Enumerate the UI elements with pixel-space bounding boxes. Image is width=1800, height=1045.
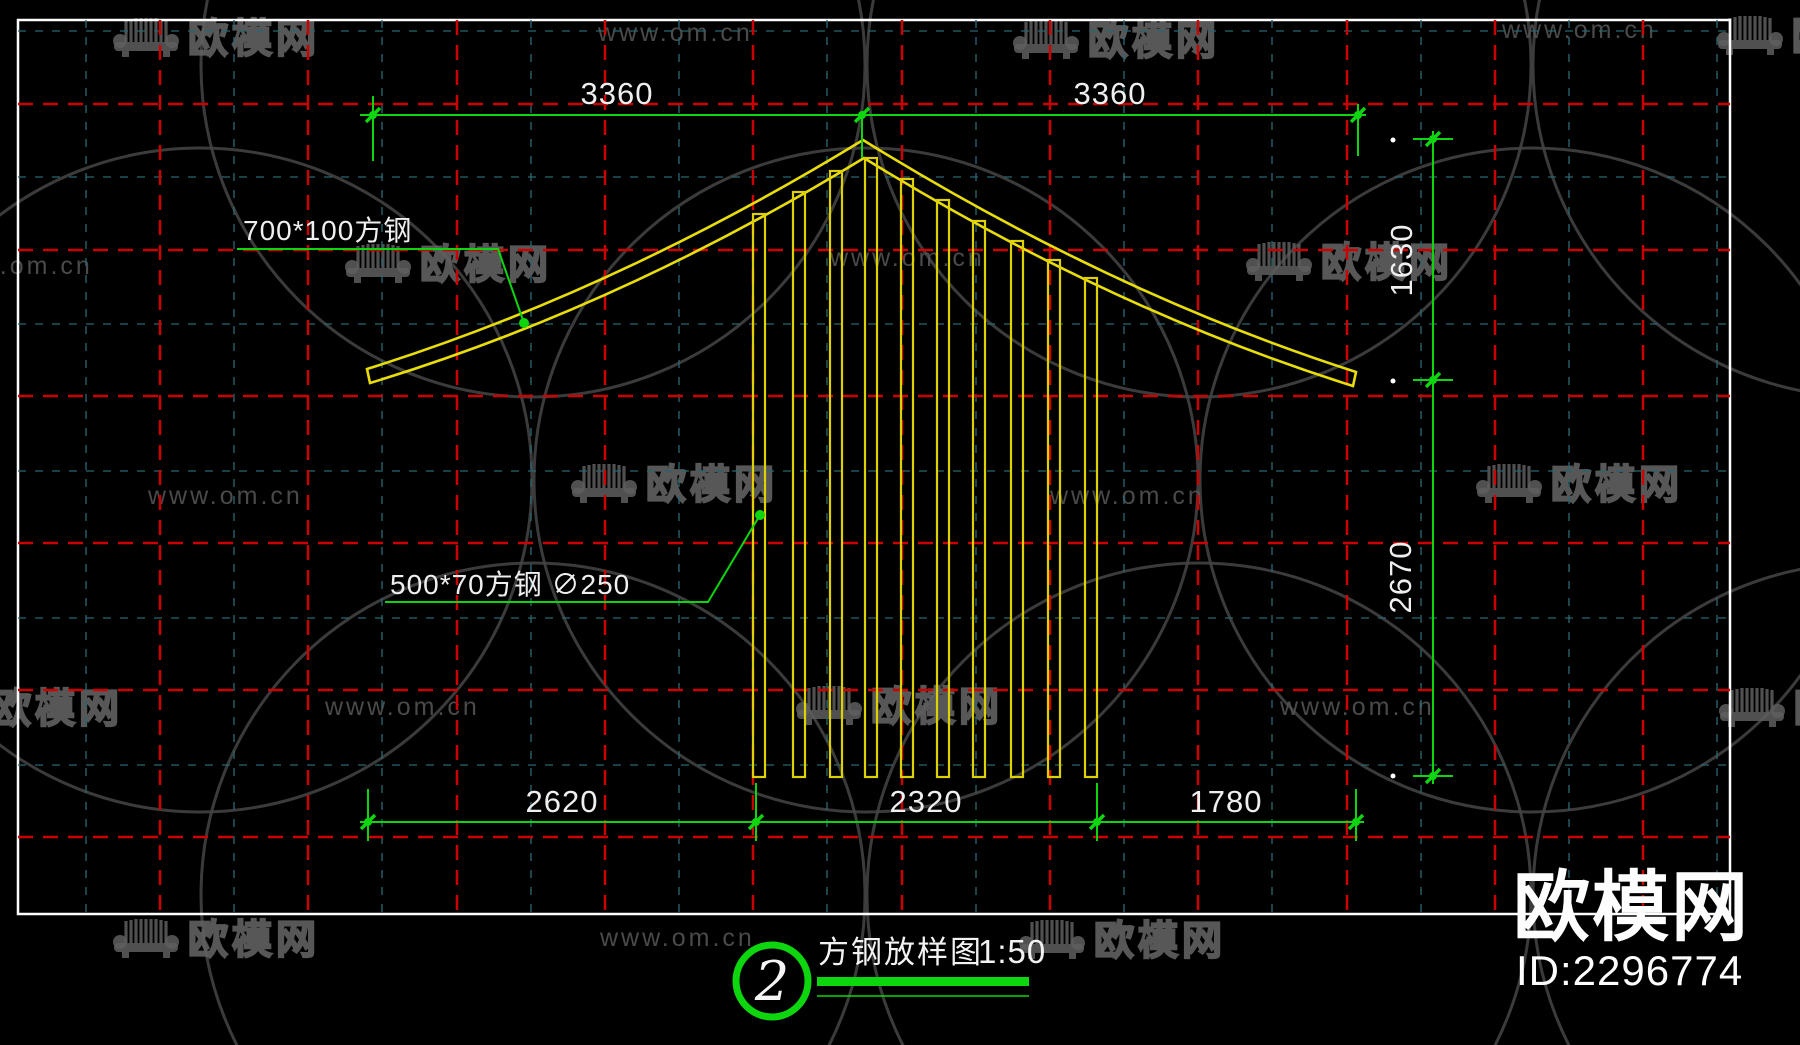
brand-watermark-text: 欧模网: [1088, 19, 1220, 63]
site-url-watermark: www.om.cn: [1049, 482, 1205, 510]
cad-drawing-canvas: 欧模网欧模网欧模网欧模网欧模网欧模网欧模网欧模网欧模网欧模网欧模网欧模网www.…: [0, 0, 1800, 1045]
dim-top-left: 3360: [581, 76, 654, 111]
sofa-icon: [1011, 18, 1081, 61]
drawing-title: 方钢放样图: [818, 935, 983, 970]
dim-right-upper: 1630: [1384, 224, 1419, 297]
brand-watermark-text: 欧模网: [188, 918, 320, 962]
sofa-icon: [111, 16, 181, 59]
cad-drawing: 欧模网欧模网欧模网欧模网欧模网欧模网欧模网欧模网欧模网欧模网欧模网欧模网www.…: [0, 0, 1800, 1045]
sofa-icon: [111, 917, 181, 960]
sofa-icon: [1244, 240, 1314, 283]
site-url-watermark: www.om.cn: [0, 252, 93, 280]
site-url-watermark: www.om.cn: [597, 19, 753, 47]
brand-watermark: 欧模网: [111, 917, 320, 963]
dim-bottom-left: 2620: [526, 784, 599, 819]
brand-watermark: 欧模网: [1244, 240, 1450, 286]
brand-watermark: 欧模网: [1011, 18, 1220, 64]
site-url-watermark: www.om.cn: [599, 924, 755, 952]
leader-dot-beam: [519, 318, 529, 328]
brand-watermark-text: 欧模网: [1792, 15, 1800, 59]
sofa-icon: [1474, 462, 1544, 505]
dimension-lines: [237, 96, 1453, 1021]
dim-top-right: 3360: [1074, 76, 1147, 111]
brand-watermark: 欧模网: [111, 16, 320, 62]
site-url-watermark: www.om.cn: [1279, 693, 1435, 721]
brand-watermark: 欧模网: [1017, 918, 1226, 964]
watermark-circle: [1531, 0, 1800, 393]
site-url-watermark: www.om.cn: [147, 482, 303, 510]
dim-bottom-right: 1780: [1190, 784, 1263, 819]
site-brand-id: ID:2296774: [1516, 947, 1743, 994]
brand-watermark-text: 欧模网: [1794, 687, 1800, 731]
sofa-icon: [1715, 14, 1785, 57]
brand-watermark: 欧模网: [569, 462, 778, 508]
brand-watermark-text: 欧模网: [188, 17, 320, 61]
brand-watermark-text: 欧模网: [1551, 463, 1683, 507]
title-underline-thick: [817, 977, 1029, 986]
steel-slat: [1009, 239, 1025, 779]
brand-watermark-text: 欧模网: [646, 463, 778, 507]
dim-bottom-mid: 2320: [890, 784, 963, 819]
brand-watermark-text: 欧模网: [1094, 919, 1226, 963]
site-brand-name: 欧模网: [1513, 865, 1750, 951]
site-url-watermark: www.om.cn: [829, 244, 985, 272]
dim-right-lower: 2670: [1383, 541, 1418, 614]
leader-dot-slat: [755, 510, 765, 520]
callout-top-beam: 700*100方钢: [243, 215, 412, 246]
brand-watermark: 欧模网: [1474, 462, 1683, 508]
detail-number: 2: [754, 950, 789, 1013]
callout-slat: 500*70方钢 ∅250: [390, 569, 630, 600]
steel-slat: [1083, 276, 1099, 779]
drawing-scale: 1:50: [978, 933, 1046, 970]
